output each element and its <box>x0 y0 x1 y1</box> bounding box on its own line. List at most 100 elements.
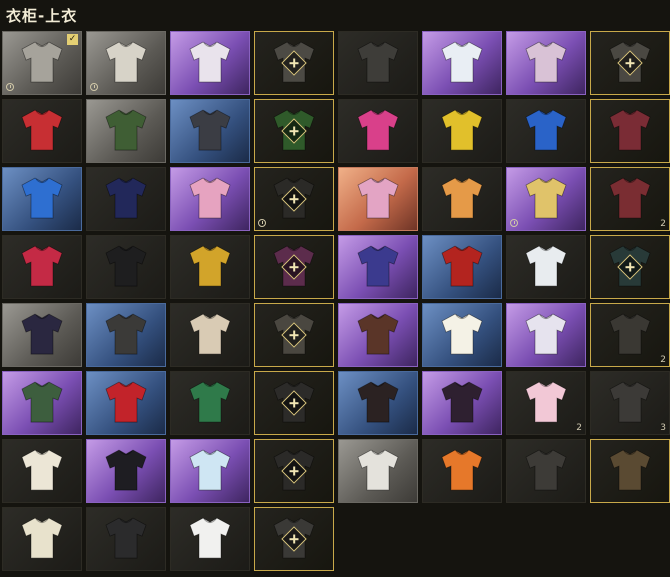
shirt-icon <box>357 313 399 355</box>
wardrobe-item[interactable] <box>2 507 82 571</box>
wardrobe-item[interactable] <box>338 303 418 367</box>
shirt-icon <box>609 177 651 219</box>
shirt-icon <box>189 177 231 219</box>
shirt-icon <box>525 313 567 355</box>
wardrobe-item[interactable] <box>254 439 334 503</box>
wardrobe-item[interactable] <box>2 99 82 163</box>
shirt-icon <box>189 41 231 83</box>
wardrobe-item[interactable] <box>170 303 250 367</box>
wardrobe-item[interactable] <box>422 235 502 299</box>
wardrobe-item[interactable] <box>170 167 250 231</box>
shirt-icon <box>189 109 231 151</box>
shirt-icon <box>105 109 147 151</box>
clock-icon <box>258 219 266 227</box>
shirt-icon <box>441 245 483 287</box>
wardrobe-item[interactable]: ✓ <box>2 31 82 95</box>
clock-icon <box>6 83 14 91</box>
item-count: 3 <box>660 423 666 433</box>
wardrobe-item[interactable] <box>338 167 418 231</box>
wardrobe-item[interactable] <box>86 235 166 299</box>
shirt-icon <box>441 381 483 423</box>
shirt-icon <box>21 41 63 83</box>
shirt-icon <box>21 517 63 559</box>
wardrobe-item[interactable] <box>506 235 586 299</box>
shirt-icon <box>189 313 231 355</box>
wardrobe-item[interactable] <box>170 99 250 163</box>
wardrobe-item[interactable] <box>254 31 334 95</box>
wardrobe-item[interactable]: 2 <box>590 167 670 231</box>
wardrobe-item[interactable] <box>254 303 334 367</box>
wardrobe-item[interactable] <box>2 371 82 435</box>
wardrobe-item[interactable] <box>422 99 502 163</box>
wardrobe-item[interactable] <box>422 167 502 231</box>
wardrobe-item[interactable] <box>170 31 250 95</box>
page-title: 衣柜-上衣 <box>6 7 78 25</box>
shirt-icon <box>21 177 63 219</box>
wardrobe-item[interactable] <box>590 235 670 299</box>
shirt-icon <box>357 245 399 287</box>
shirt-icon <box>21 109 63 151</box>
shirt-icon <box>441 449 483 491</box>
checkmark-icon: ✓ <box>67 34 78 45</box>
wardrobe-item[interactable] <box>506 31 586 95</box>
shirt-icon <box>21 245 63 287</box>
shirt-icon <box>357 177 399 219</box>
wardrobe-item[interactable] <box>2 439 82 503</box>
shirt-icon <box>189 449 231 491</box>
wardrobe-item[interactable] <box>422 303 502 367</box>
wardrobe-item[interactable] <box>254 235 334 299</box>
shirt-icon <box>105 313 147 355</box>
shirt-icon <box>189 517 231 559</box>
wardrobe-item[interactable] <box>506 99 586 163</box>
wardrobe-item[interactable] <box>338 439 418 503</box>
shirt-icon <box>525 381 567 423</box>
wardrobe-item[interactable] <box>86 31 166 95</box>
wardrobe-item[interactable] <box>86 371 166 435</box>
wardrobe-item[interactable] <box>254 371 334 435</box>
wardrobe-item[interactable] <box>506 303 586 367</box>
shirt-icon <box>525 109 567 151</box>
wardrobe-item[interactable] <box>170 507 250 571</box>
wardrobe-item[interactable] <box>422 439 502 503</box>
shirt-icon <box>609 381 651 423</box>
wardrobe-item[interactable] <box>86 507 166 571</box>
shirt-icon <box>441 313 483 355</box>
wardrobe-item[interactable] <box>254 99 334 163</box>
wardrobe-item[interactable] <box>506 439 586 503</box>
wardrobe-item[interactable] <box>506 167 586 231</box>
wardrobe-item[interactable]: 2 <box>590 303 670 367</box>
wardrobe-item[interactable] <box>422 31 502 95</box>
wardrobe-item[interactable] <box>338 99 418 163</box>
shirt-icon <box>357 41 399 83</box>
wardrobe-item[interactable] <box>422 371 502 435</box>
wardrobe-item[interactable] <box>590 99 670 163</box>
wardrobe-item[interactable] <box>590 439 670 503</box>
wardrobe-item[interactable] <box>86 303 166 367</box>
wardrobe-item[interactable] <box>254 507 334 571</box>
wardrobe-item[interactable] <box>170 371 250 435</box>
shirt-icon <box>105 41 147 83</box>
shirt-icon <box>21 381 63 423</box>
wardrobe-item[interactable] <box>590 31 670 95</box>
wardrobe-item[interactable] <box>338 235 418 299</box>
wardrobe-item[interactable]: 2 <box>506 371 586 435</box>
wardrobe-item[interactable] <box>2 303 82 367</box>
shirt-icon <box>189 381 231 423</box>
wardrobe-item[interactable] <box>86 439 166 503</box>
wardrobe-item[interactable] <box>170 235 250 299</box>
shirt-icon <box>525 449 567 491</box>
shirt-icon <box>525 41 567 83</box>
wardrobe-item[interactable]: 3 <box>590 371 670 435</box>
shirt-icon <box>441 177 483 219</box>
shirt-icon <box>21 449 63 491</box>
wardrobe-item[interactable] <box>86 167 166 231</box>
wardrobe-item[interactable] <box>254 167 334 231</box>
shirt-icon <box>525 245 567 287</box>
wardrobe-item[interactable] <box>170 439 250 503</box>
wardrobe-item[interactable] <box>338 371 418 435</box>
wardrobe-item[interactable] <box>2 235 82 299</box>
wardrobe-item[interactable] <box>338 31 418 95</box>
wardrobe-item[interactable] <box>86 99 166 163</box>
shirt-icon <box>609 313 651 355</box>
wardrobe-item[interactable] <box>2 167 82 231</box>
